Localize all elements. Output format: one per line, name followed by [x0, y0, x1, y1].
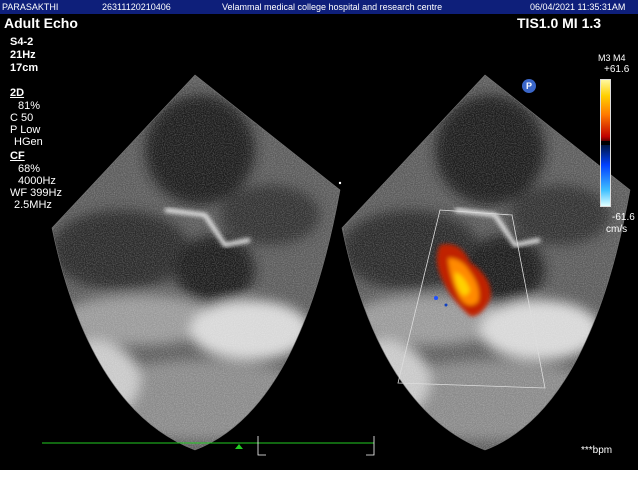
right-color-doppler-sector — [342, 75, 630, 450]
ultrasound-image — [42, 74, 631, 456]
scale-unit: cm/s — [606, 224, 628, 235]
probe-label: S4-2 — [10, 36, 34, 48]
tis-mi-readout: TIS1.0 MI 1.3 — [517, 15, 602, 31]
time-marker-icon — [235, 444, 243, 449]
scale-top-value: +61.6 — [604, 64, 630, 75]
depth-label: 17cm — [10, 62, 39, 74]
wall-filter: WF 399Hz — [10, 187, 62, 199]
mode-2d-label: 2D — [10, 87, 25, 99]
power-label: P Low — [10, 124, 41, 136]
frame-rate: 21Hz — [10, 49, 36, 61]
gain-2d: 81% — [18, 100, 41, 112]
prf-label: 4000Hz — [18, 175, 56, 187]
frequency-label: 2.5MHz — [14, 199, 52, 211]
scale-bottom-value: -61.6 — [612, 212, 635, 223]
harmonic-label: HGen — [14, 136, 43, 148]
gain-cf: 68% — [18, 163, 41, 175]
compression: C 50 — [10, 112, 34, 124]
color-velocity-scale — [600, 79, 611, 207]
heart-rate: ***bpm — [581, 445, 613, 456]
ultrasound-screen: PARASAKTHI 26311120210406 Velammal medic… — [0, 0, 638, 470]
map-label: M3 M4 — [598, 53, 626, 63]
preset-label: Adult Echo — [4, 15, 78, 31]
mode-cf-label: CF — [10, 150, 25, 162]
p-icon[interactable]: P — [522, 79, 536, 93]
left-2d-sector — [52, 75, 340, 450]
